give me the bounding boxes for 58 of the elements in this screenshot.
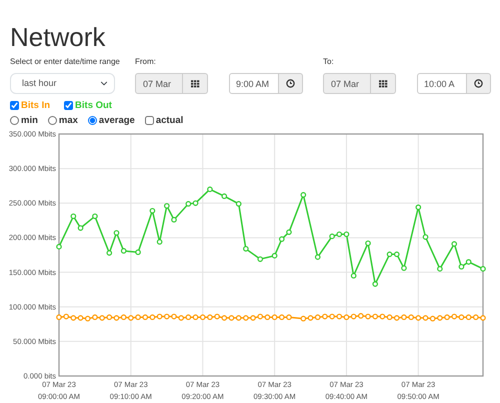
data-point (300, 192, 306, 198)
series-checkbox[interactable] (10, 101, 19, 110)
data-point (171, 216, 177, 223)
clock-icon (286, 79, 295, 88)
radio-button[interactable] (10, 116, 19, 125)
clock-button[interactable] (279, 73, 303, 94)
data-point (272, 252, 278, 258)
calendar-button[interactable] (183, 73, 208, 94)
data-point (78, 225, 84, 231)
data-point (135, 249, 141, 256)
data-point (350, 272, 356, 279)
option-label: max (58, 114, 78, 128)
date-field[interactable]: 07 Mar (323, 73, 371, 94)
page-title: Network (10, 22, 106, 52)
data-point (156, 239, 162, 245)
data-point (451, 241, 458, 247)
clock-icon (474, 79, 483, 88)
series-label: Bits In (21, 99, 50, 113)
data-point (243, 246, 249, 252)
data-point (257, 256, 264, 262)
option-label: min (21, 114, 38, 128)
data-point (437, 266, 443, 272)
clock-button[interactable] (467, 73, 491, 94)
radio-button[interactable] (88, 116, 97, 125)
data-point (164, 203, 170, 209)
data-point (365, 240, 371, 246)
series-checkbox[interactable] (64, 101, 74, 110)
time-field[interactable]: 9:00 AM (229, 73, 279, 94)
range-label: Select or enter date/time range (10, 56, 120, 68)
data-point (92, 213, 98, 220)
data-point (114, 230, 120, 236)
range-select[interactable]: last hour (10, 73, 115, 94)
date-field[interactable]: 07 Mar (135, 73, 183, 94)
from-label: From: (135, 56, 156, 68)
series-label: Bits Out (75, 99, 112, 113)
calendar-button[interactable] (371, 73, 396, 94)
radio-button[interactable] (48, 116, 57, 125)
checkbox[interactable] (144, 116, 154, 125)
data-point (372, 281, 378, 287)
data-point (120, 248, 126, 254)
data-point (70, 213, 76, 220)
time-field[interactable]: 10:00 A (417, 73, 467, 94)
to-label: To: (323, 56, 334, 68)
option-label: average (98, 114, 135, 128)
data-point (314, 254, 321, 260)
data-point (236, 201, 242, 207)
option-label: actual (156, 114, 184, 128)
data-point (416, 204, 422, 210)
data-point (106, 250, 112, 256)
grid-icon (378, 80, 388, 88)
data-point (207, 186, 213, 192)
data-point (401, 265, 407, 271)
data-point (56, 244, 62, 250)
data-point (422, 234, 428, 240)
grid-icon (190, 80, 200, 88)
data-point (150, 208, 156, 214)
data-point (480, 266, 486, 272)
data-point (222, 193, 228, 200)
